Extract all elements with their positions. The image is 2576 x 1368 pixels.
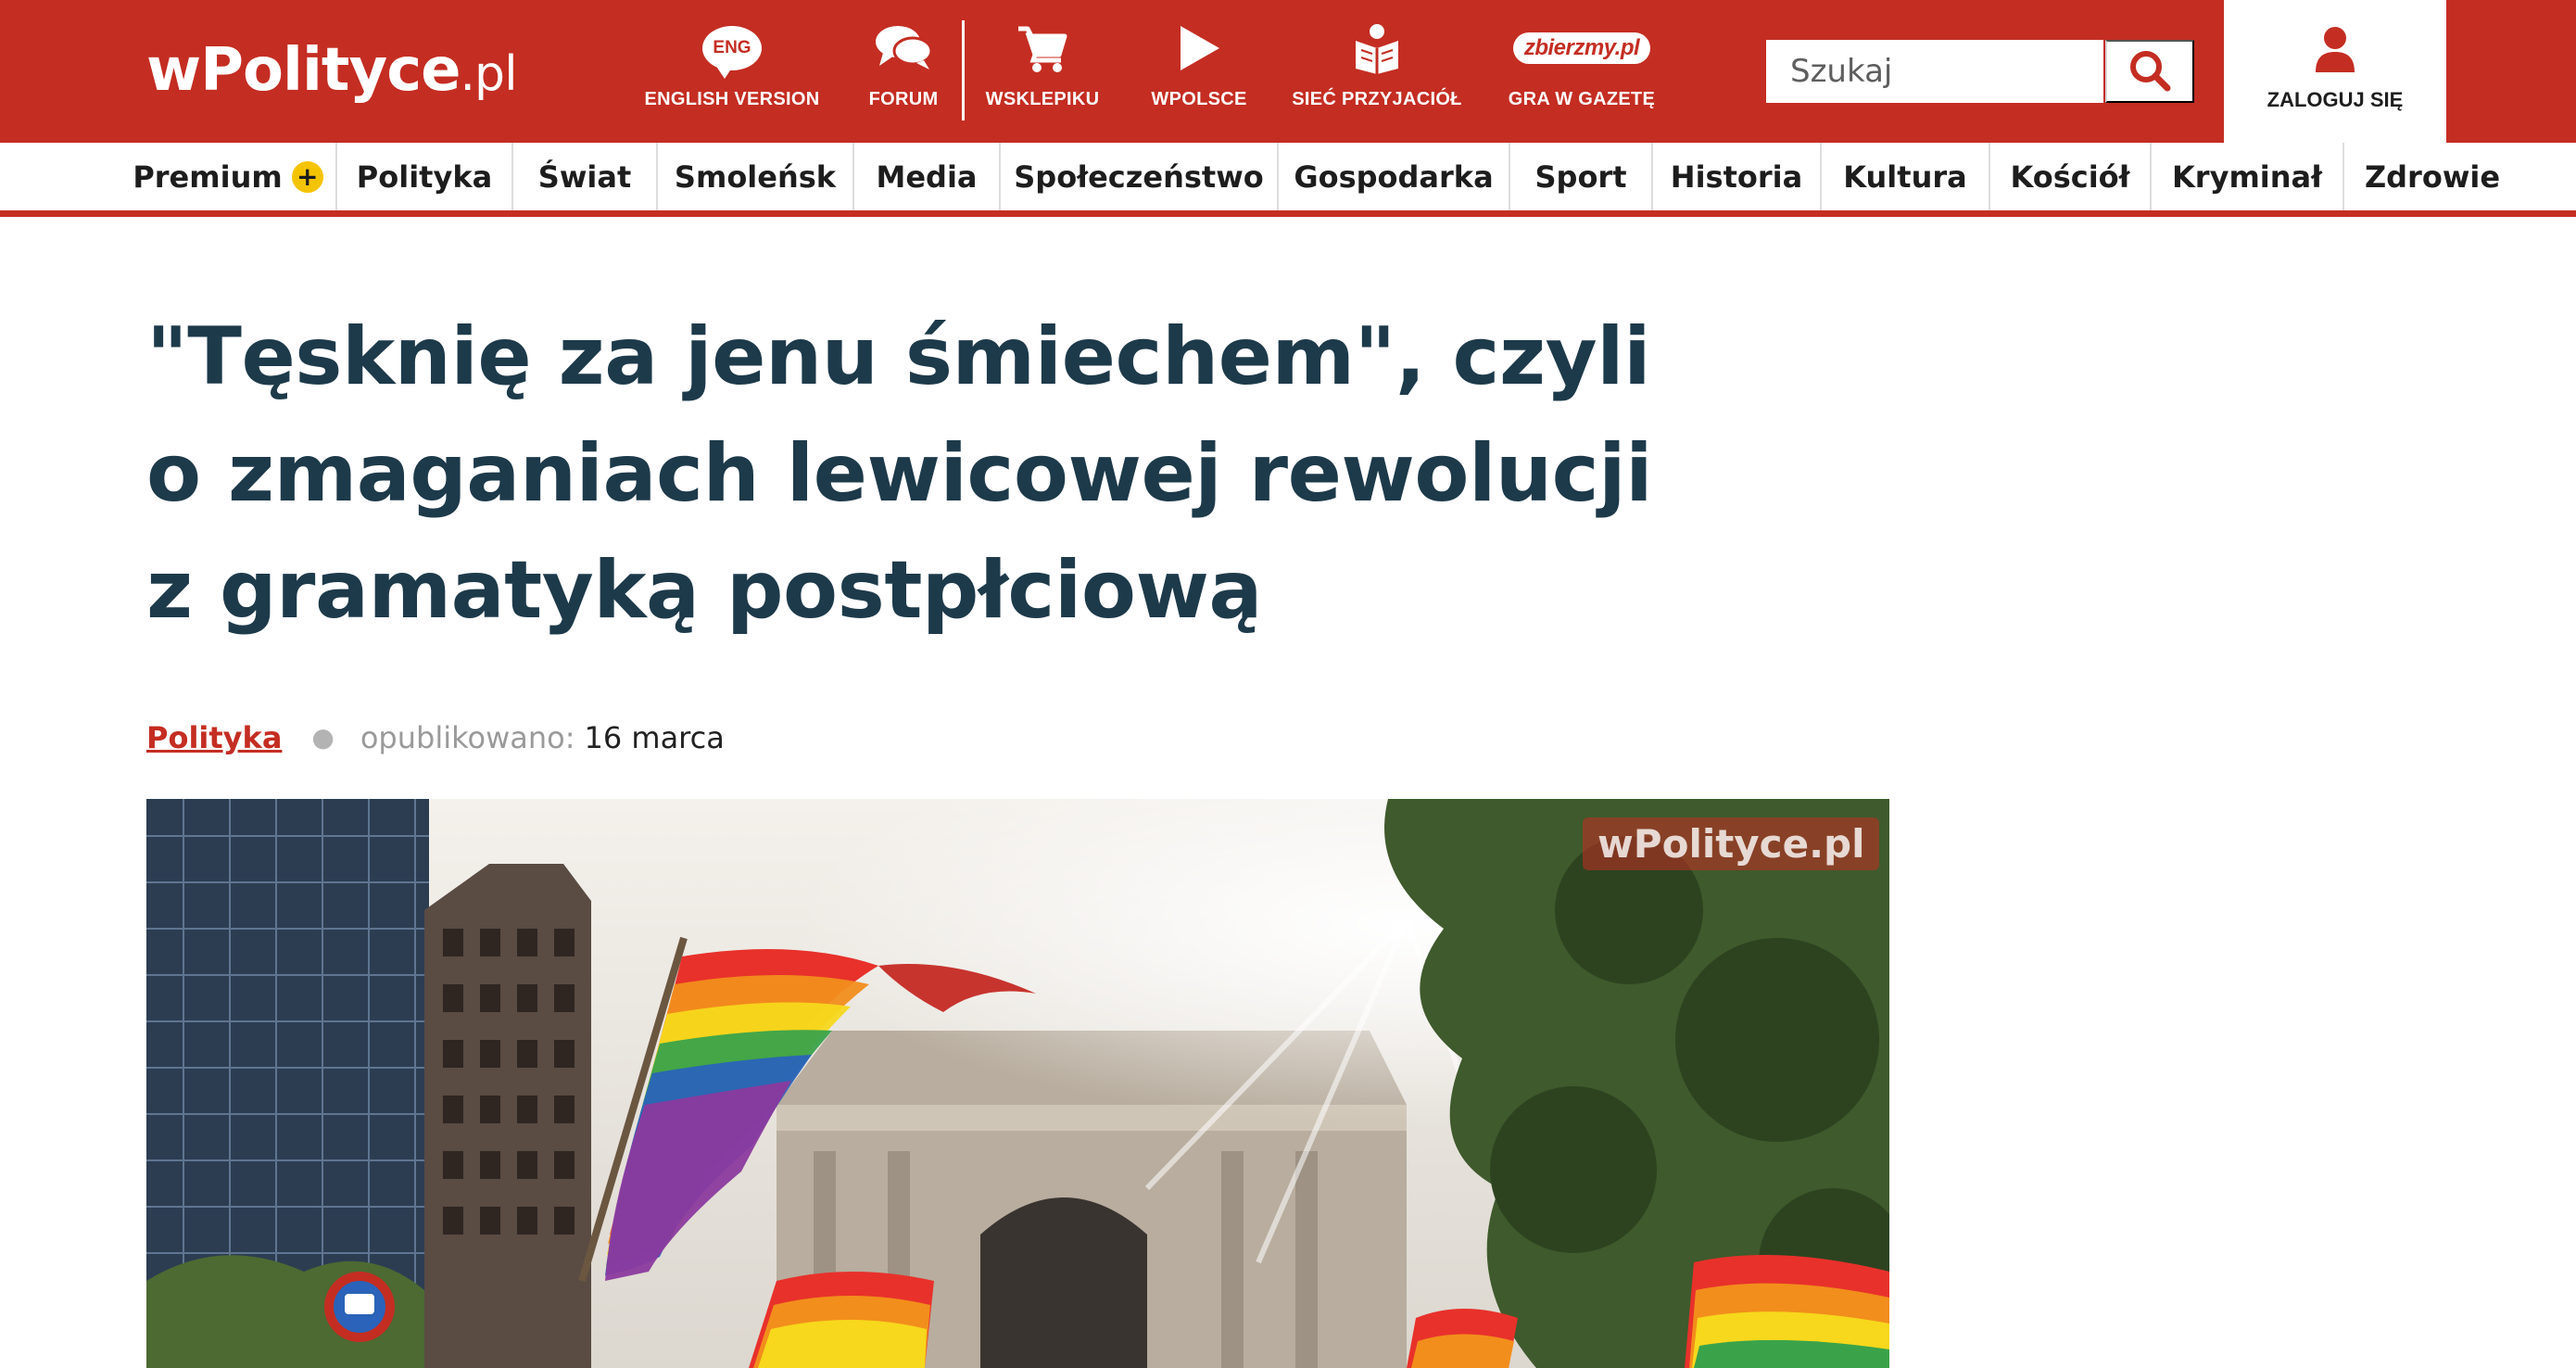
category-sport[interactable]: Sport — [1510, 143, 1653, 210]
category-premium[interactable]: Premium + — [120, 143, 337, 210]
search-icon — [2128, 49, 2171, 95]
topnav-label: SIEĆ PRZYJACIÓŁ — [1292, 89, 1462, 109]
site-logo[interactable]: wPolityce.pl — [146, 33, 518, 111]
topnav-forum[interactable]: FORUM — [857, 20, 950, 122]
category-label: Gospodarka — [1294, 158, 1494, 195]
topnav-english-version[interactable]: ENG ENGLISH VERSION — [641, 20, 823, 122]
category-label: Kryminał — [2172, 158, 2322, 195]
category-gospodarka[interactable]: Gospodarka — [1279, 143, 1510, 210]
category-smolensk[interactable]: Smoleńsk — [658, 143, 854, 210]
category-label: Polityka — [356, 158, 493, 195]
logo-name: wPolityce — [146, 36, 461, 105]
search-button[interactable] — [2105, 40, 2194, 103]
topnav-siec-przyjaciol[interactable]: SIEĆ PRZYJACIÓŁ — [1292, 20, 1462, 122]
shopping-cart-icon — [1010, 20, 1075, 76]
category-spoleczenstwo[interactable]: Społeczeństwo — [1001, 143, 1279, 210]
eng-speech-bubble-icon: ENG — [700, 20, 764, 79]
category-label: Kościół — [2010, 158, 2130, 195]
user-icon — [2314, 26, 2356, 77]
topnav-label: WPOLSCE — [1151, 89, 1247, 109]
category-polityka[interactable]: Polityka — [337, 143, 513, 210]
play-icon — [1167, 20, 1231, 76]
logo-tld: .pl — [460, 46, 518, 102]
category-swiat[interactable]: Świat — [513, 143, 658, 210]
topnav-gra-w-gazete[interactable]: zbierzmy.pl GRA W GAZETĘ — [1503, 20, 1661, 122]
article-section-link[interactable]: Polityka — [146, 716, 282, 760]
category-navigation: Premium + Polityka Świat Smoleńsk Media … — [0, 143, 2576, 217]
chat-bubbles-icon — [871, 20, 936, 76]
topnav-wsklepiku[interactable]: WSKLEPIKU — [980, 20, 1105, 122]
published-label: opublikowano: — [360, 720, 575, 755]
category-zdrowie[interactable]: Zdrowie — [2344, 143, 2520, 210]
topnav-label: GRA W GAZETĘ — [1508, 89, 1656, 109]
category-kultura[interactable]: Kultura — [1822, 143, 1990, 210]
category-label: Historia — [1670, 158, 1803, 195]
category-kryminal[interactable]: Kryminał — [2152, 143, 2344, 210]
topnav-label: FORUM — [868, 89, 939, 109]
book-reader-icon — [1345, 20, 1409, 76]
topnav-label: ENGLISH VERSION — [644, 89, 820, 109]
category-media[interactable]: Media — [854, 143, 1001, 210]
category-label: Premium — [133, 158, 283, 195]
category-label: Smoleńsk — [674, 158, 837, 195]
category-label: Kultura — [1843, 158, 1967, 195]
site-header: wPolityce.pl ENG ENGLISH VERSION FORUM W… — [0, 0, 2576, 143]
published-date: 16 marca — [584, 720, 725, 755]
premium-plus-icon: + — [291, 160, 323, 193]
topnav-divider — [962, 20, 965, 120]
meta-separator: ● — [311, 722, 335, 753]
category-label: Społeczeństwo — [1014, 158, 1264, 195]
category-historia[interactable]: Historia — [1653, 143, 1822, 210]
article-title: "Tęsknię za jenu śmiechem", czyli o zmag… — [146, 310, 1653, 637]
article-meta: Polityka ● opublikowano: 16 marca — [146, 716, 725, 760]
topnav-label: WSKLEPIKU — [985, 89, 1100, 109]
category-label: Zdrowie — [2364, 158, 2501, 195]
category-label: Sport — [1534, 158, 1627, 195]
topnav-wpolsce[interactable]: WPOLSCE — [1145, 20, 1253, 122]
category-label: Świat — [537, 158, 632, 195]
category-kosciol[interactable]: Kościół — [1990, 143, 2152, 210]
search-input[interactable] — [1766, 40, 2103, 103]
zbierzmy-logo-icon: zbierzmy.pl — [1503, 20, 1661, 76]
category-label: Media — [876, 158, 978, 195]
image-watermark: wPolityce.pl — [1583, 817, 1880, 870]
article-hero-image: wPolityce.pl — [146, 799, 1889, 1368]
login-label: ZALOGUJ SIĘ — [2267, 88, 2404, 111]
login-button[interactable]: ZALOGUJ SIĘ — [2224, 0, 2446, 143]
